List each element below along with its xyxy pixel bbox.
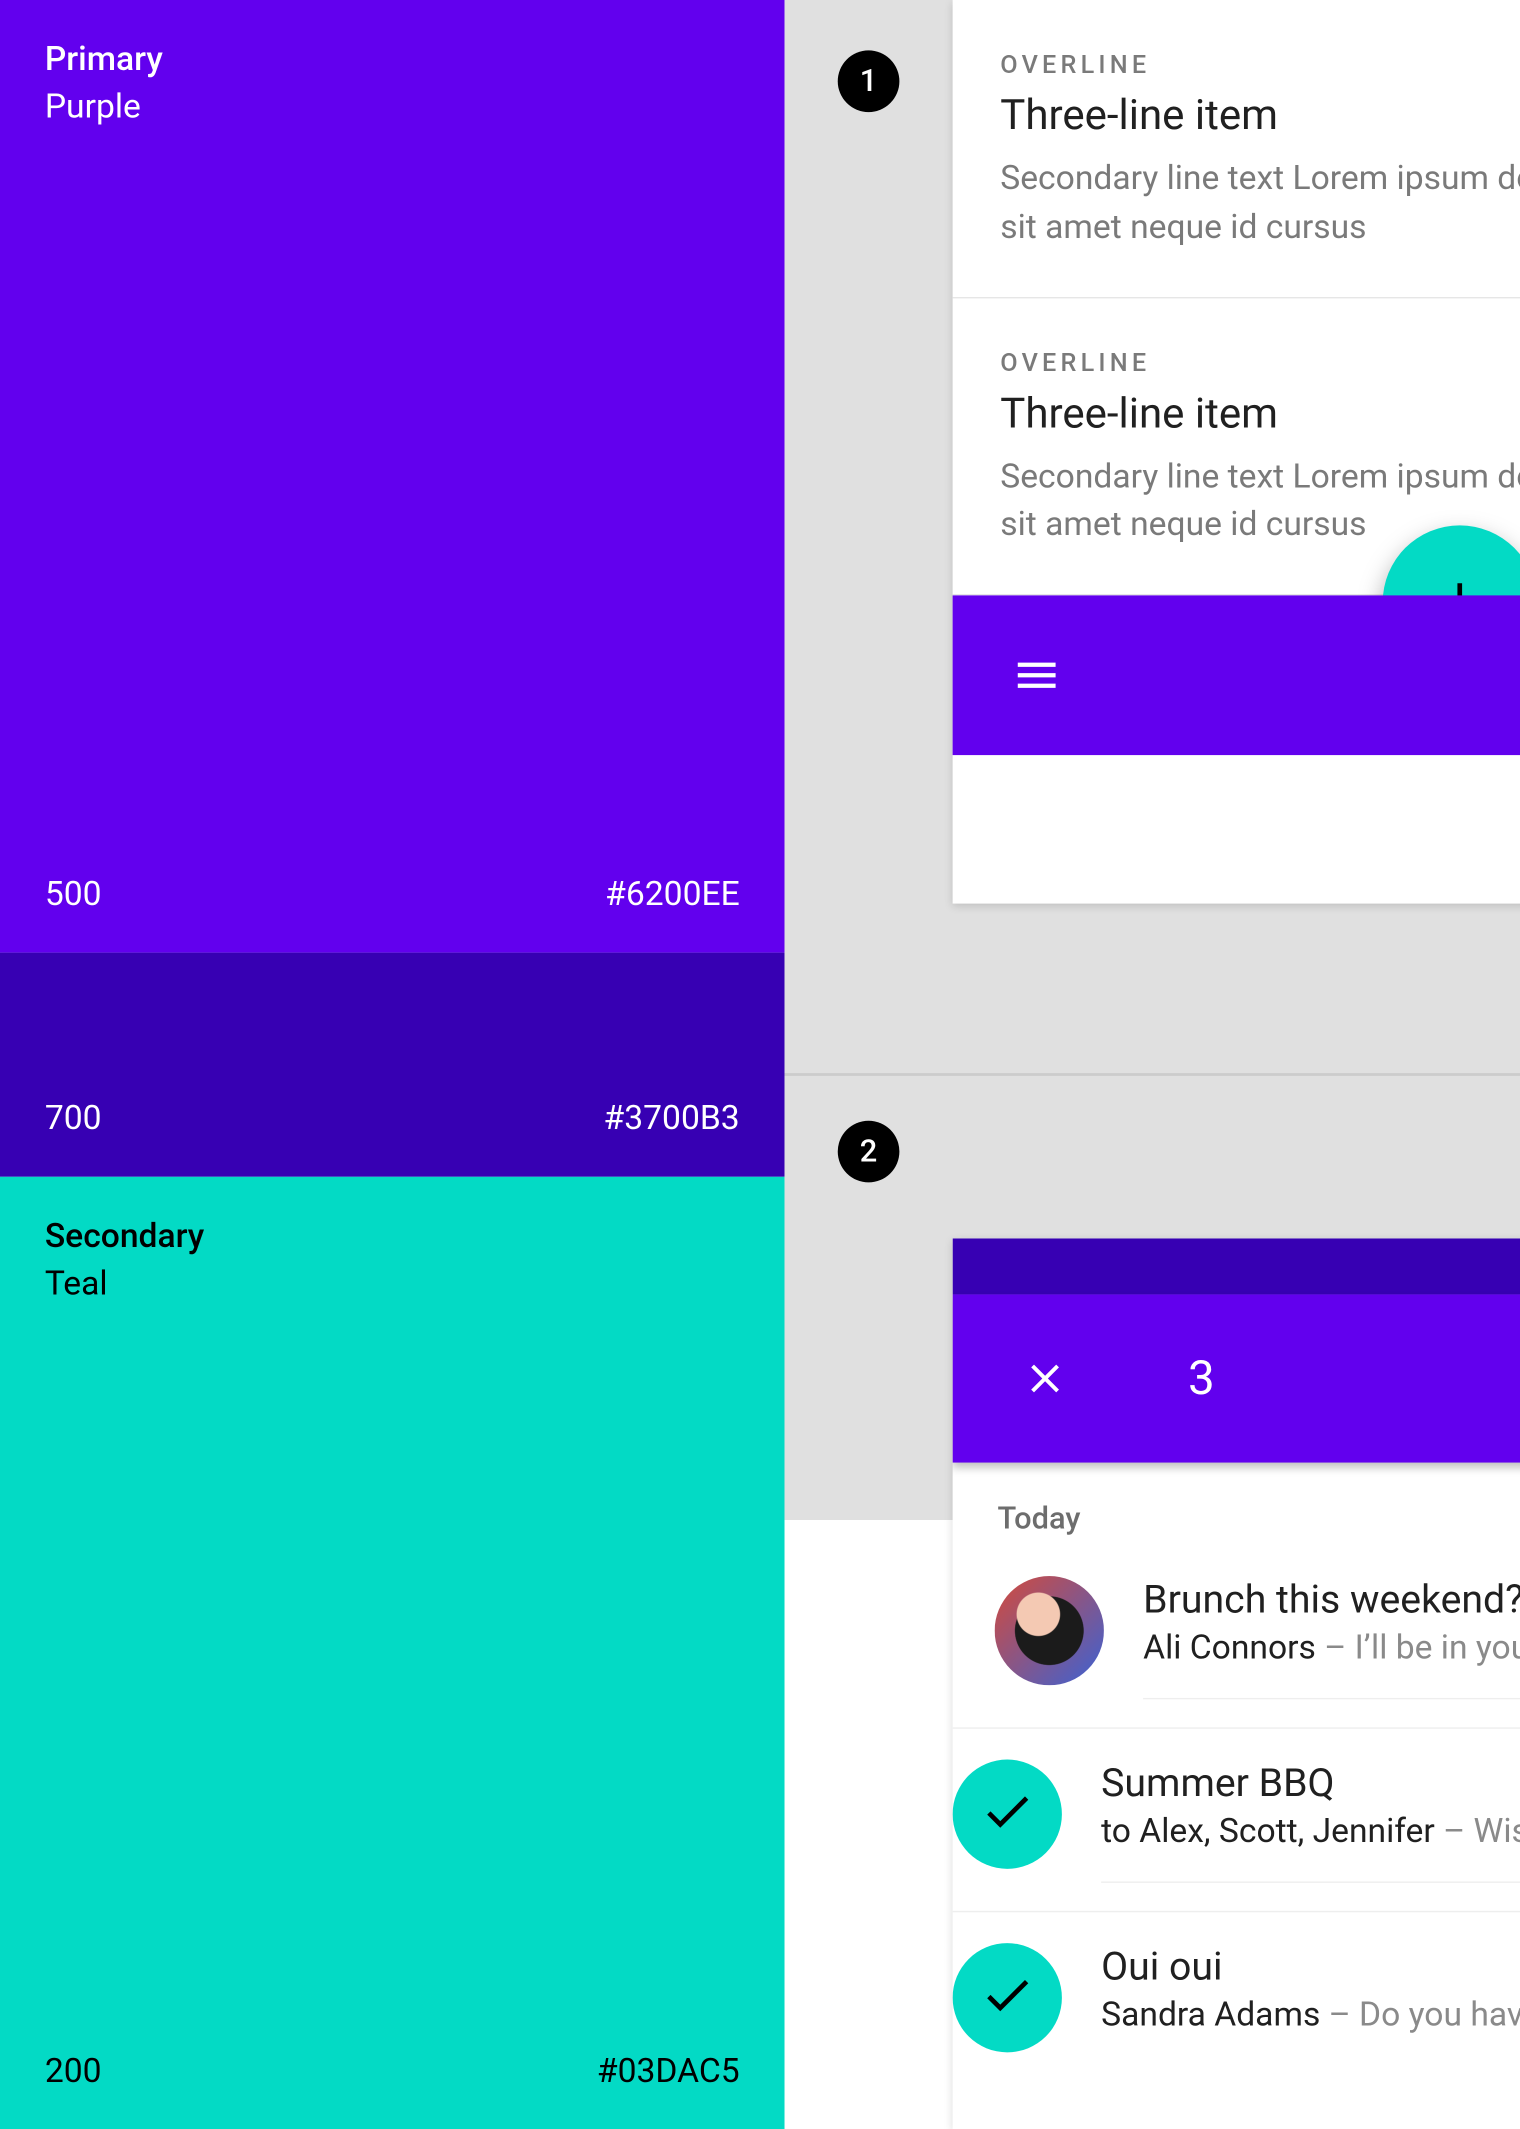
mail-item[interactable]: Brunch this weekend? Ali Connors – I’ll … [953, 1545, 1520, 1727]
swatch-title: Secondary [45, 1213, 740, 1260]
list-item-overline: OVERLINE [1000, 348, 1520, 377]
mail-item[interactable]: Oui oui Sandra Adams – Do you have Paris… [953, 1911, 1520, 2093]
swatch-primary-500: Primary Purple 500 #6200EE [0, 0, 785, 953]
swatch-primary-700: 700 #3700B3 [0, 953, 785, 1177]
swatch-name: Purple [45, 83, 740, 130]
swatch-shade: 200 [45, 2049, 102, 2096]
list-item-overline: OVERLINE [1000, 50, 1520, 79]
status-bar [953, 1238, 1520, 1294]
selection-count: 3 [1188, 1350, 1215, 1406]
list-item-body: Secondary line text Lorem ipsum dolor si… [1000, 154, 1520, 251]
mail-title: Oui oui [1101, 1943, 1520, 1989]
color-palette: Primary Purple 500 #6200EE 700 #3700B3 S… [0, 0, 785, 1520]
swatch-shade: 700 [45, 1096, 102, 1143]
device-mockup-selection: 3 Today Brunch this weekend? Ali Connors… [953, 1238, 1520, 2129]
swatch-shade: 500 [45, 872, 102, 919]
mail-subtitle: to Alex, Scott, Jennifer – Wish I could … [1101, 1811, 1520, 1850]
swatch-hex: #03DAC5 [597, 2049, 740, 2096]
swatch-hex: #6200EE [605, 872, 740, 919]
close-icon[interactable] [1017, 1350, 1073, 1406]
mail-item[interactable]: Summer BBQ to Alex, Scott, Jennifer – Wi… [953, 1727, 1520, 1911]
check-icon [979, 1967, 1035, 2029]
selection-toolbar: 3 [953, 1294, 1520, 1462]
examples-panel: 1 2 OVERLINE Three-line item Secondary l… [785, 0, 1520, 1520]
avatar-selected[interactable] [953, 1943, 1062, 2052]
swatch-title: Primary [45, 36, 740, 83]
check-icon [979, 1783, 1035, 1845]
list-item-title: Three-line item [1000, 389, 1520, 438]
device-mockup-list: OVERLINE Three-line item Secondary line … [953, 0, 1520, 904]
callout-badge-1: 1 [838, 50, 900, 112]
avatar-selected[interactable] [953, 1760, 1062, 1869]
bottom-app-bar [953, 596, 1520, 756]
list-item[interactable]: OVERLINE Three-line item Secondary line … [953, 0, 1520, 298]
callout-badge-2: 2 [838, 1121, 900, 1183]
section-header: Today [953, 1463, 1520, 1546]
swatch-hex: #3700B3 [604, 1096, 740, 1143]
mail-subtitle: Sandra Adams – Do you have Paris reco… [1101, 1995, 1520, 2034]
swatch-secondary-200: Secondary Teal 200 #03DAC5 [0, 1177, 785, 2129]
mail-title: Summer BBQ [1101, 1760, 1520, 1806]
list-item-title: Three-line item [1000, 91, 1520, 140]
swatch-name: Teal [45, 1260, 740, 1307]
menu-icon[interactable] [1009, 647, 1065, 703]
mail-subtitle: Ali Connors – I’ll be in your neighbor… [1143, 1628, 1520, 1667]
avatar[interactable] [995, 1576, 1104, 1685]
section-divider [785, 1073, 1520, 1076]
mail-title: Brunch this weekend? [1143, 1576, 1520, 1622]
